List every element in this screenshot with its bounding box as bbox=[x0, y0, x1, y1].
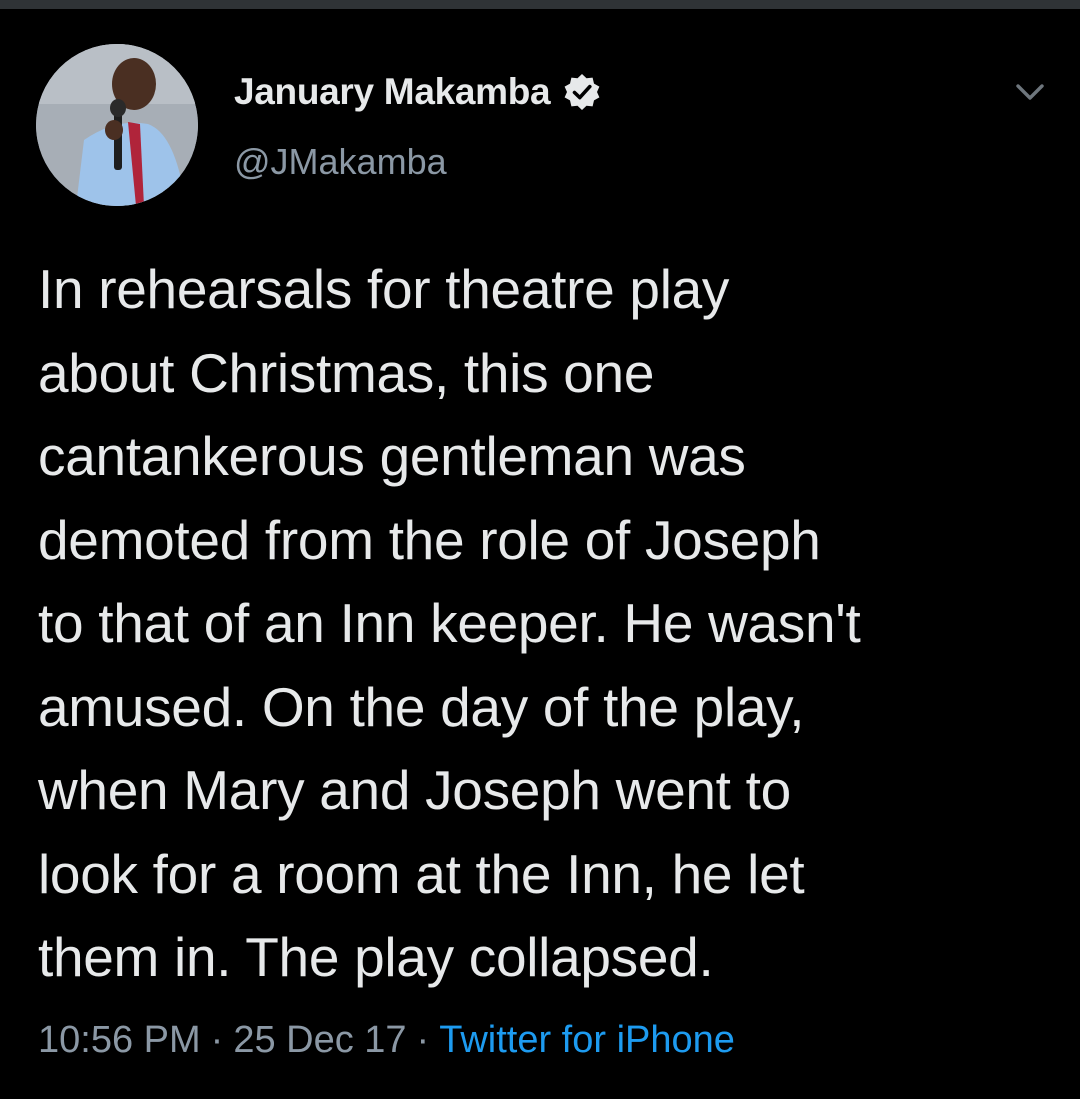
top-divider bbox=[0, 0, 1080, 9]
more-options-button[interactable] bbox=[1004, 72, 1056, 112]
tweet-metadata: 10:56 PM · 25 Dec 17 · Twitter for iPhon… bbox=[38, 1012, 735, 1068]
display-name[interactable]: January Makamba bbox=[234, 71, 551, 113]
metadata-separator: · bbox=[210, 1018, 224, 1061]
tweet-text: In rehearsals for theatre play about Chr… bbox=[38, 258, 861, 988]
source-link[interactable]: Twitter for iPhone bbox=[439, 1019, 735, 1062]
chevron-down-icon bbox=[1016, 84, 1044, 100]
metadata-separator: · bbox=[416, 1018, 430, 1061]
avatar-photo bbox=[36, 44, 198, 206]
tweet-date[interactable]: 25 Dec 17 bbox=[233, 1019, 406, 1062]
user-handle[interactable]: @JMakamba bbox=[234, 141, 447, 183]
tweet-time[interactable]: 10:56 PM bbox=[38, 1019, 201, 1062]
avatar[interactable] bbox=[36, 44, 198, 206]
verified-badge-icon bbox=[564, 74, 600, 110]
author-name-row[interactable]: January Makamba bbox=[234, 66, 602, 118]
